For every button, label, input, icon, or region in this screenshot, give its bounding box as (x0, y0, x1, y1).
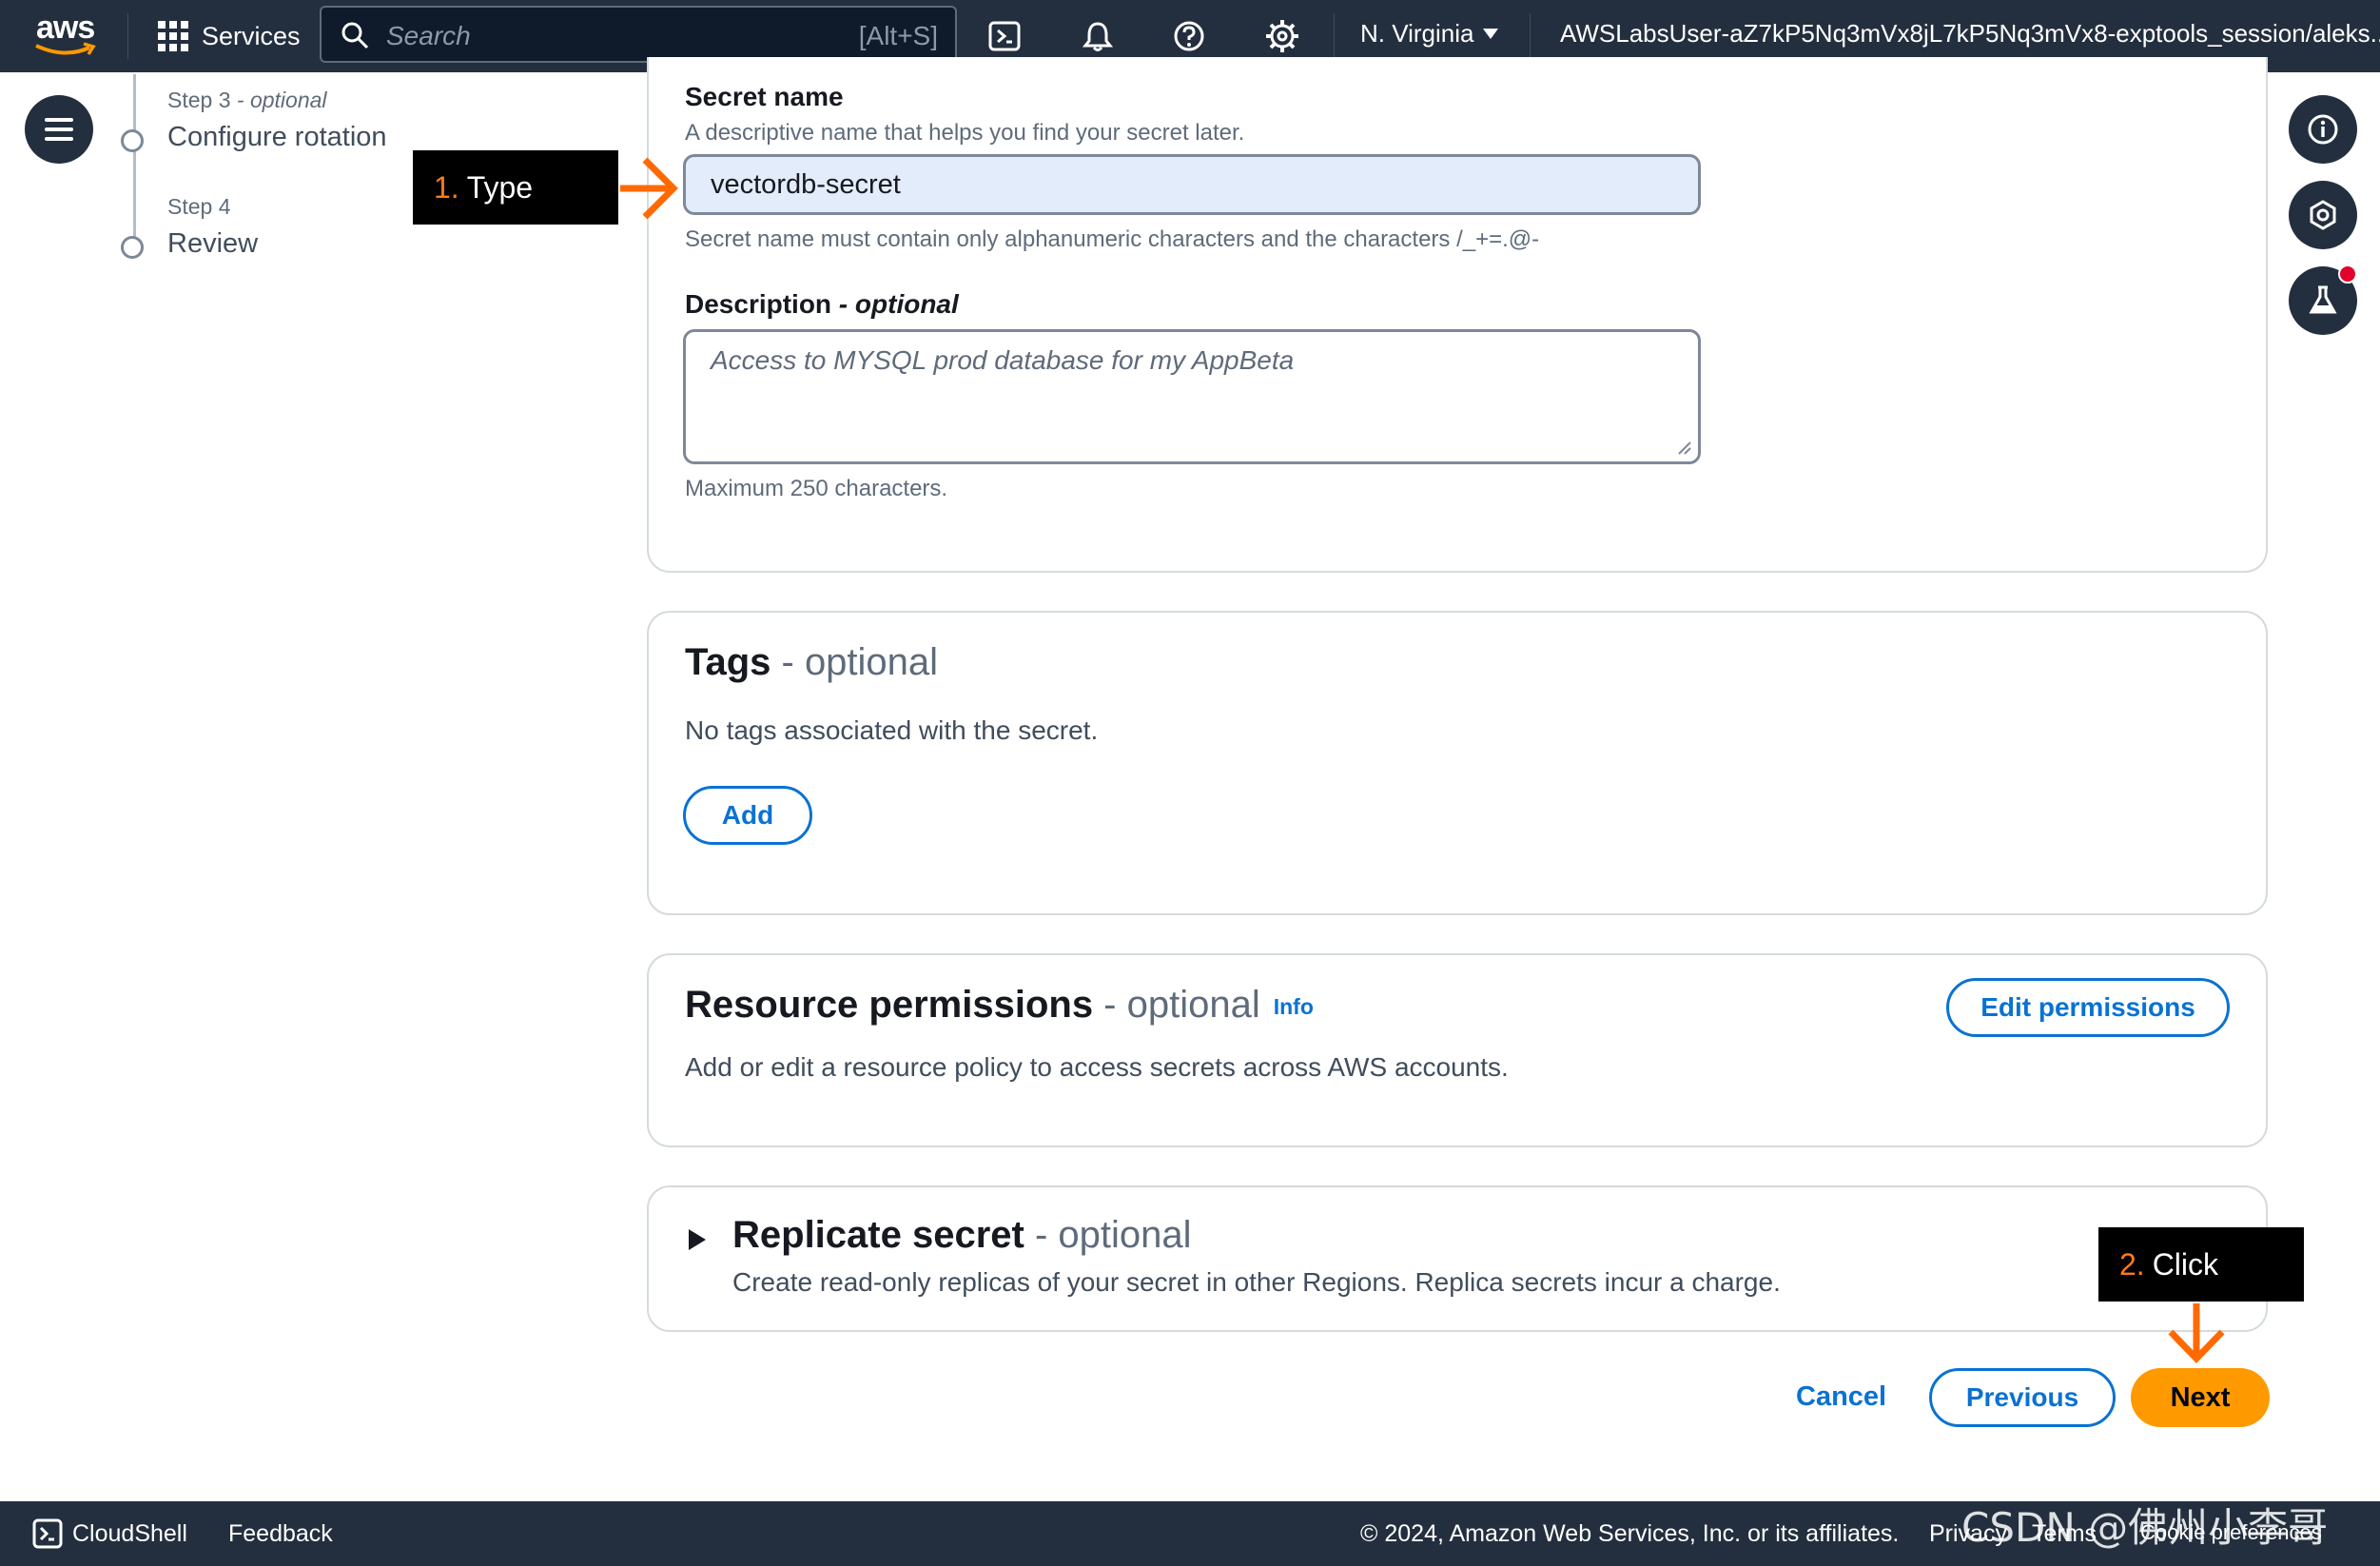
step-configure-rotation[interactable]: Configure rotation (167, 122, 387, 153)
notification-dot (2338, 264, 2357, 284)
tags-title: Tags - optional (685, 641, 939, 683)
account-menu[interactable]: AWSLabsUser-aZ7kP5Nq3mVx8jL7kP5Nq3mVx8-e… (1560, 19, 2380, 49)
previous-button[interactable]: Previous (1929, 1368, 2116, 1427)
description-hint: Maximum 250 characters. (685, 476, 948, 501)
help-panel-button[interactable] (2289, 181, 2357, 249)
resource-permissions-title: Resource permissions - optional Info (685, 984, 1314, 1026)
region-label: N. Virginia (1360, 19, 1474, 48)
nav-divider (127, 13, 128, 59)
resource-permissions-text: Add or edit a resource policy to access … (685, 1052, 1509, 1082)
info-icon (2308, 114, 2338, 145)
gear-icon[interactable] (1263, 17, 1301, 55)
arrow-right-icon (620, 157, 678, 220)
secret-name-description: A descriptive name that helps you find y… (685, 120, 1245, 146)
resize-grip-icon[interactable] (1677, 440, 1692, 456)
replicate-secret-title[interactable]: Replicate secret - optional (732, 1214, 1192, 1257)
description-textarea[interactable]: Access to MYSQL prod database for my App… (683, 329, 1701, 464)
caret-right-icon[interactable] (687, 1227, 708, 1252)
secret-name-label: Secret name (685, 82, 844, 111)
account-label: AWSLabsUser-aZ7kP5Nq3mVx8jL7kP5Nq3mVx8-e… (1560, 19, 2380, 48)
aws-smile-icon (35, 42, 96, 55)
copyright-text: © 2024, Amazon Web Services, Inc. or its… (1360, 1520, 1900, 1547)
search-placeholder: Search (386, 21, 471, 50)
nav-divider (1334, 13, 1335, 59)
search-icon (341, 22, 369, 49)
secret-name-constraint: Secret name must contain only alphanumer… (685, 226, 1540, 252)
bell-icon[interactable] (1079, 17, 1117, 55)
step-3-indicator (121, 129, 144, 152)
search-input[interactable]: Search [Alt+S] (320, 6, 957, 63)
info-panel-button[interactable] (2289, 95, 2357, 164)
info-link[interactable]: Info (1274, 994, 1314, 1019)
cloudshell-icon[interactable] (985, 17, 1024, 55)
services-label: Services (202, 21, 301, 50)
tags-empty-text: No tags associated with the secret. (685, 715, 1099, 745)
region-selector[interactable]: N. Virginia (1360, 19, 1499, 49)
hexagon-icon (2310, 200, 2336, 230)
watermark: CSDN @佛州小李哥 (1961, 1504, 2329, 1551)
description-placeholder: Access to MYSQL prod database for my App… (711, 345, 1295, 375)
cloudshell-link[interactable]: CloudShell (72, 1520, 187, 1548)
secret-name-input[interactable] (683, 154, 1701, 215)
cloudshell-icon[interactable] (32, 1518, 63, 1549)
next-button[interactable]: Next (2131, 1368, 2270, 1427)
services-menu[interactable]: Services (158, 17, 301, 55)
replicate-secret-text: Create read-only replicas of your secret… (732, 1267, 1781, 1297)
grid-icon (158, 21, 188, 51)
description-label: Description - optional (685, 289, 959, 319)
help-icon[interactable] (1170, 17, 1208, 55)
flask-icon (2309, 285, 2337, 314)
cancel-button[interactable]: Cancel (1796, 1381, 1886, 1413)
step-4-indicator (121, 236, 144, 259)
annotation-click-callout: 2. Click (2098, 1227, 2304, 1302)
chevron-down-icon (1483, 29, 1499, 39)
replicate-secret-panel (647, 1185, 2268, 1332)
annotation-type-callout: 1. Type (413, 150, 618, 225)
edit-permissions-button[interactable]: Edit permissions (1946, 978, 2230, 1037)
search-shortcut: [Alt+S] (858, 21, 938, 50)
add-tag-button[interactable]: Add (683, 786, 812, 845)
feedback-link[interactable]: Feedback (228, 1520, 333, 1548)
side-navigation-toggle[interactable] (25, 95, 93, 164)
step-review[interactable]: Review (167, 228, 258, 260)
arrow-down-icon (2168, 1303, 2225, 1364)
wizard-steps-line (133, 74, 136, 255)
step-4-label: Step 4 (167, 194, 231, 219)
step-3-label: Step 3 - optional (167, 88, 327, 112)
nav-divider (1530, 13, 1531, 59)
aws-logo[interactable]: aws (34, 8, 101, 65)
hamburger-icon (45, 118, 73, 141)
